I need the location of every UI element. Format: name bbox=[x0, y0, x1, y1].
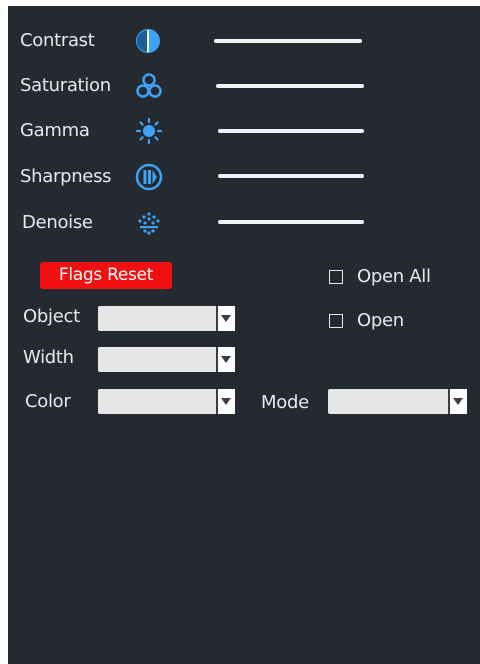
color-dropdown[interactable] bbox=[98, 389, 235, 414]
open-checkbox-row[interactable]: Open bbox=[329, 310, 404, 331]
open-label: Open bbox=[357, 310, 404, 331]
flags-reset-button[interactable]: Flags Reset bbox=[40, 262, 172, 289]
chevron-down-icon[interactable] bbox=[216, 306, 235, 331]
saturation-label: Saturation bbox=[20, 75, 111, 96]
mode-label: Mode bbox=[261, 392, 309, 413]
saturation-icon bbox=[136, 73, 162, 98]
contrast-icon bbox=[136, 29, 160, 53]
denoise-icon bbox=[138, 212, 160, 235]
gamma-slider[interactable] bbox=[218, 129, 364, 133]
open-checkbox[interactable] bbox=[329, 313, 343, 328]
contrast-slider[interactable] bbox=[214, 39, 362, 43]
settings-panel: Contrast Saturation Gamma Sharpness Deno… bbox=[8, 6, 480, 664]
contrast-label: Contrast bbox=[20, 30, 95, 51]
chevron-down-icon[interactable] bbox=[216, 347, 235, 372]
object-label: Object bbox=[23, 306, 80, 327]
chevron-down-icon[interactable] bbox=[216, 389, 235, 414]
width-label: Width bbox=[23, 347, 74, 368]
saturation-slider[interactable] bbox=[216, 84, 364, 88]
sharpness-label: Sharpness bbox=[20, 166, 112, 187]
open-all-checkbox-row[interactable]: Open All bbox=[329, 266, 431, 287]
color-label: Color bbox=[25, 391, 71, 412]
mode-dropdown[interactable] bbox=[328, 389, 467, 414]
denoise-label: Denoise bbox=[22, 212, 93, 233]
width-dropdown[interactable] bbox=[98, 347, 235, 372]
sharpness-icon bbox=[135, 163, 163, 191]
denoise-slider[interactable] bbox=[218, 220, 364, 224]
chevron-down-icon[interactable] bbox=[448, 389, 467, 414]
open-all-label: Open All bbox=[357, 266, 431, 287]
gamma-sun-icon bbox=[135, 117, 163, 145]
open-all-checkbox[interactable] bbox=[329, 269, 343, 284]
gamma-label: Gamma bbox=[20, 120, 90, 141]
object-dropdown[interactable] bbox=[98, 306, 235, 331]
sharpness-slider[interactable] bbox=[218, 174, 364, 178]
